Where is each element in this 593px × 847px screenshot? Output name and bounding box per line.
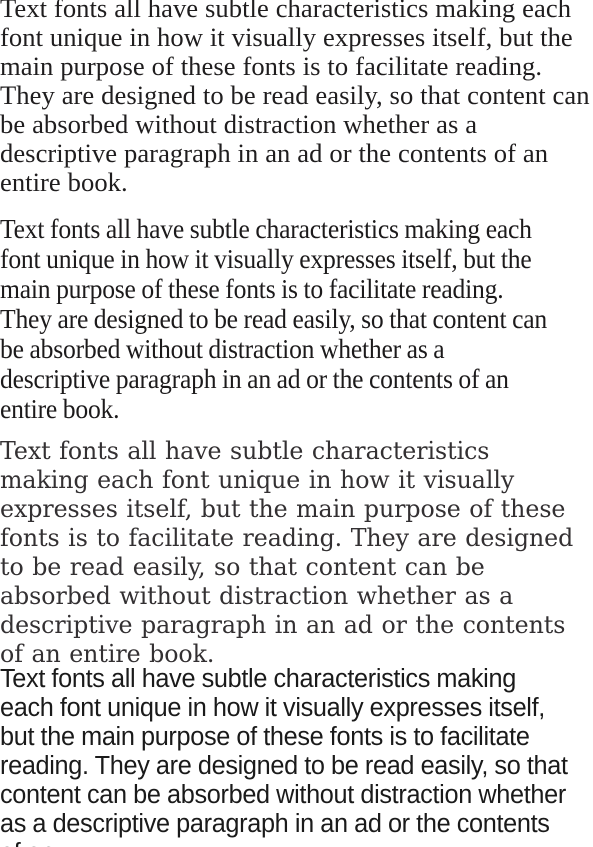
specimen-paragraph-1: Text fonts all have subtle characteristi… (0, 0, 590, 197)
specimen-paragraph-3: Text fonts all have subtle characteristi… (0, 436, 574, 668)
specimen-paragraph-4: Text fonts all have subtle characteristi… (0, 663, 568, 847)
specimen-paragraph-2: Text fonts all have subtle characteristi… (0, 214, 548, 424)
type-specimen-sheet: Text fonts all have subtle characteristi… (0, 0, 593, 847)
